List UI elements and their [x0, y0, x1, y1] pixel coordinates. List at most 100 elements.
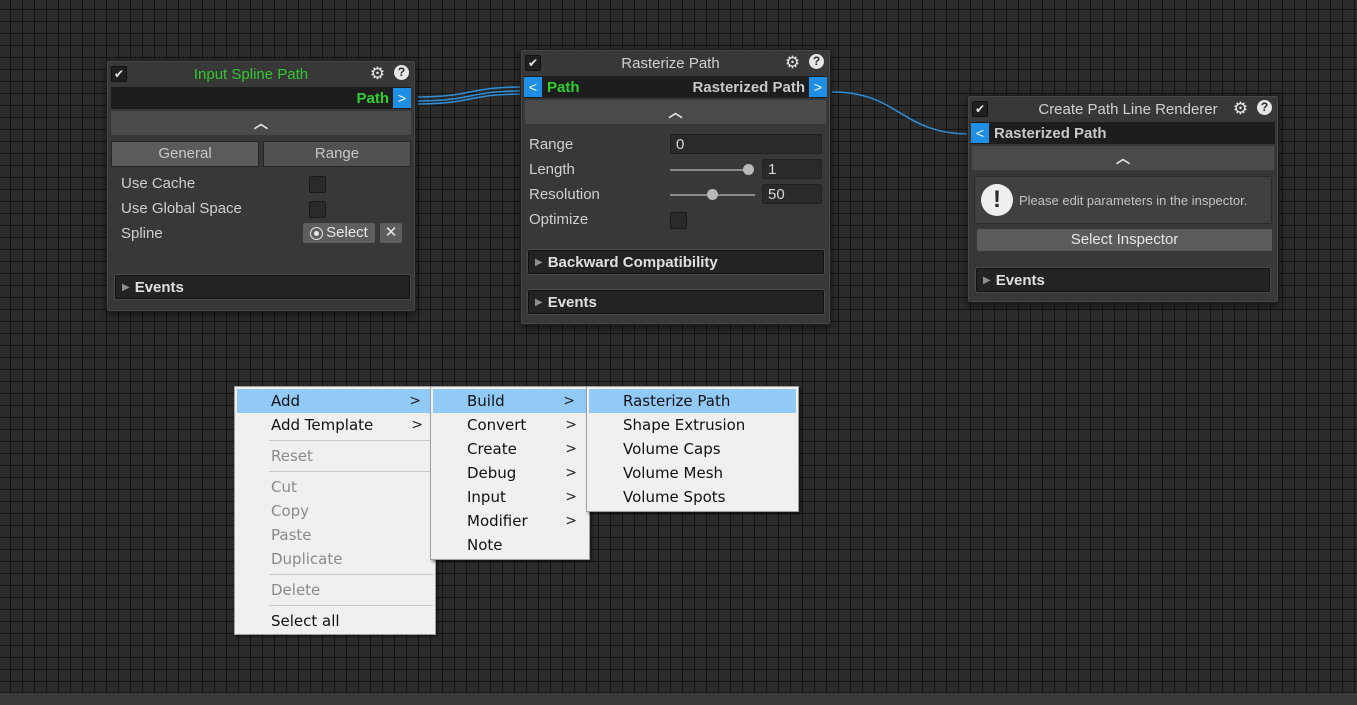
length-slider-track[interactable]: [670, 169, 752, 171]
collapse-button[interactable]: ︿: [111, 111, 411, 135]
node-header[interactable]: ✔ Input Spline Path ⚙ ?: [107, 61, 415, 87]
select-inspector-button[interactable]: Select Inspector: [977, 229, 1272, 251]
node-rasterize-path[interactable]: ✔ Rasterize Path ⚙ ? < Path Rasterized P…: [520, 49, 831, 325]
menu-separator: [269, 574, 433, 575]
triangle-right-icon: ▶: [122, 281, 130, 293]
gear-icon[interactable]: ⚙: [784, 54, 801, 71]
chevron-right-icon: >: [565, 465, 577, 481]
menu-item-shape-extrusion[interactable]: Shape Extrusion: [587, 413, 798, 437]
menu-item-rasterize-path[interactable]: Rasterize Path: [589, 389, 796, 413]
menu-item-duplicate[interactable]: Duplicate: [235, 547, 435, 571]
menu-item-debug[interactable]: Debug >: [431, 461, 589, 485]
menu-item-volume-mesh[interactable]: Volume Mesh: [587, 461, 798, 485]
wire-path-1: [417, 86, 522, 98]
prop-resolution: Resolution 50: [521, 182, 830, 207]
menu-item-input[interactable]: Input >: [431, 485, 589, 509]
input-port-button[interactable]: <: [524, 77, 542, 97]
chevron-right-icon: >: [409, 393, 421, 409]
menu-item-build[interactable]: Build >: [433, 389, 587, 413]
chevron-up-icon: ︿: [254, 115, 268, 131]
input-port-button[interactable]: <: [971, 123, 989, 143]
menu-label: Modifier: [467, 512, 528, 530]
gear-icon[interactable]: ⚙: [369, 65, 386, 82]
wire-rasterized-path: [831, 91, 971, 135]
help-icon[interactable]: ?: [1257, 100, 1272, 115]
menu-item-copy[interactable]: Copy: [235, 499, 435, 523]
menu-label: Add Template: [271, 416, 374, 434]
menu-item-add[interactable]: Add >: [237, 389, 433, 413]
collapse-button[interactable]: ︿: [525, 100, 826, 124]
menu-item-cut[interactable]: Cut: [235, 475, 435, 499]
bottom-bar: [0, 692, 1357, 705]
wire-path-2: [417, 90, 522, 102]
context-menu: Add > Add Template > Reset Cut Copy Past…: [234, 386, 436, 635]
prop-spline: Spline Select ✕: [107, 221, 415, 246]
clear-button[interactable]: ✕: [380, 223, 402, 243]
output-port-button[interactable]: >: [809, 77, 827, 97]
menu-separator: [269, 605, 433, 606]
use-cache-toggle[interactable]: [309, 176, 326, 193]
prop-label: Use Global Space: [121, 200, 242, 217]
menu-item-select-all[interactable]: Select all: [235, 609, 435, 633]
events-foldout[interactable]: ▶ Events: [115, 275, 410, 299]
triangle-right-icon: ▶: [535, 256, 543, 268]
enable-checkbox[interactable]: ✔: [972, 101, 988, 117]
chevron-right-icon: >: [565, 417, 577, 433]
backward-compatibility-foldout[interactable]: ▶ Backward Compatibility: [528, 250, 824, 274]
select-button[interactable]: Select: [303, 223, 375, 243]
node-input-spline-path[interactable]: ✔ Input Spline Path ⚙ ? Path > ︿ General…: [106, 60, 416, 312]
node-header[interactable]: ✔ Create Path Line Renderer ⚙ ?: [968, 96, 1278, 122]
menu-item-delete[interactable]: Delete: [235, 578, 435, 602]
chevron-up-icon: ︿: [1116, 150, 1130, 166]
node-header[interactable]: ✔ Rasterize Path ⚙ ?: [521, 50, 830, 76]
enable-checkbox[interactable]: ✔: [525, 55, 541, 71]
menu-item-create[interactable]: Create >: [431, 437, 589, 461]
resolution-field[interactable]: 50: [762, 184, 822, 204]
prop-label: Range: [529, 136, 574, 153]
use-global-space-toggle[interactable]: [309, 201, 326, 218]
menu-item-convert[interactable]: Convert >: [431, 413, 589, 437]
tab-range[interactable]: Range: [263, 141, 411, 167]
output-port-label: Path: [356, 89, 389, 107]
backward-compatibility-label: Backward Compatibility: [547, 253, 718, 271]
wire-path-3: [417, 93, 522, 105]
menu-item-modifier[interactable]: Modifier >: [431, 509, 589, 533]
prop-label: Length: [529, 161, 575, 178]
prop-label: Spline: [121, 225, 163, 242]
resolution-slider-thumb[interactable]: [707, 189, 718, 200]
chevron-right-icon: >: [565, 441, 577, 457]
prop-use-global-space: Use Global Space: [107, 196, 415, 221]
collapse-button[interactable]: ︿: [972, 146, 1274, 170]
target-icon: [310, 226, 324, 240]
gear-icon[interactable]: ⚙: [1232, 100, 1249, 117]
menu-item-volume-caps[interactable]: Volume Caps: [587, 437, 798, 461]
events-foldout[interactable]: ▶ Events: [528, 290, 824, 314]
help-icon[interactable]: ?: [394, 65, 409, 80]
menu-item-paste[interactable]: Paste: [235, 523, 435, 547]
port-bar: < Rasterized Path: [971, 122, 1275, 144]
tab-general[interactable]: General: [111, 141, 259, 167]
chevron-right-icon: >: [565, 513, 577, 529]
length-slider-thumb[interactable]: [743, 164, 754, 175]
output-port-bar: Path >: [111, 87, 411, 109]
input-port-label: Rasterized Path: [994, 124, 1107, 142]
output-port-button[interactable]: >: [393, 88, 411, 108]
prop-label: Optimize: [529, 211, 589, 228]
help-icon[interactable]: ?: [809, 54, 824, 69]
events-foldout[interactable]: ▶ Events: [976, 268, 1270, 292]
range-field[interactable]: 0: [670, 134, 822, 154]
length-field[interactable]: 1: [762, 159, 822, 179]
select-label: Select: [326, 224, 368, 241]
optimize-toggle[interactable]: [670, 212, 687, 229]
node-create-path-line-renderer[interactable]: ✔ Create Path Line Renderer ⚙ ? < Raster…: [967, 95, 1279, 303]
enable-checkbox[interactable]: ✔: [111, 66, 127, 82]
warning-icon: !: [981, 184, 1013, 216]
menu-item-add-template[interactable]: Add Template >: [235, 413, 435, 437]
prop-length: Length 1: [521, 157, 830, 182]
menu-item-reset[interactable]: Reset: [235, 444, 435, 468]
prop-use-cache: Use Cache: [107, 171, 415, 196]
prop-label: Resolution: [529, 186, 600, 203]
menu-item-volume-spots[interactable]: Volume Spots: [587, 485, 798, 509]
menu-separator: [269, 440, 433, 441]
menu-item-note[interactable]: Note: [431, 533, 589, 557]
